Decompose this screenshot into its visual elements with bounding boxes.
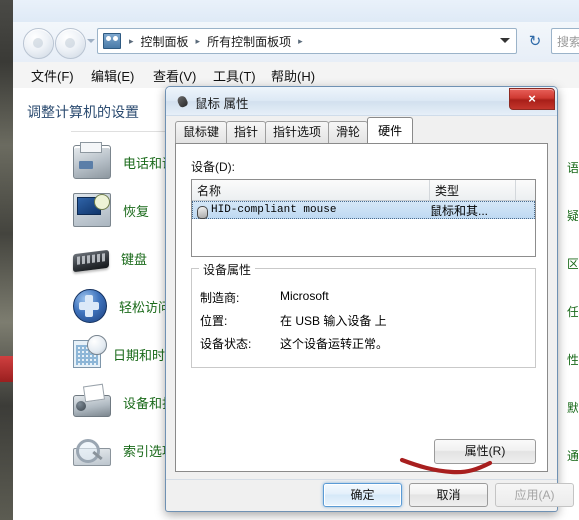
device-list-header: 名称 类型 [192,180,535,201]
dialog-titlebar[interactable]: 鼠标 属性 × [166,87,557,116]
cancel-button[interactable]: 取消 [409,483,488,507]
hardware-tab-panel: 设备(D): 名称 类型 HID-compliant mouse 鼠标和其...… [175,143,548,472]
refresh-icon[interactable]: ↻ [523,28,547,54]
close-icon[interactable]: × [509,88,555,110]
recent-locations-chevron-down-icon[interactable] [87,39,95,43]
control-panel-icon [103,33,121,49]
recovery-icon [73,193,111,227]
device-status-label: 设备状态: [200,337,252,351]
dialog-tabs: 鼠标键 指针 指针选项 滑轮 硬件 [175,117,414,143]
ok-button[interactable]: 确定 [323,483,402,507]
list-item-label[interactable]: 任务 [567,288,578,336]
mouse-device-icon [196,204,208,219]
table-row[interactable]: HID-compliant mouse 鼠标和其... [192,201,535,219]
window-titlebar [13,0,579,23]
screenshot-root: ▸ 控制面板 ▸ 所有控制面板项 ▸ ↻ 搜索 文件(F) 编辑(E) 查看(V… [0,0,579,520]
tab-wheel[interactable]: 滑轮 [328,121,369,143]
apply-button[interactable]: 应用(A) [495,483,574,507]
back-button[interactable] [23,28,54,59]
list-item-label[interactable]: 默认 [567,384,578,432]
date-time-icon [73,335,107,368]
list-item-label[interactable]: 通知 [567,432,578,480]
tab-pointers[interactable]: 指针 [226,121,267,143]
mouse-icon [175,94,189,109]
manufacturer-label: 制造商: [200,291,240,305]
tab-pointer-options[interactable]: 指针选项 [265,121,330,143]
forward-button[interactable] [55,28,86,59]
navigation-buttons [23,28,86,59]
list-item-label[interactable]: 语音 [567,144,578,192]
address-bar-row: ▸ 控制面板 ▸ 所有控制面板项 ▸ ↻ 搜索 [13,22,579,62]
ease-of-access-icon [73,289,107,323]
keyboard-icon [73,249,109,273]
page-title: 调整计算机的设置 [27,104,139,120]
list-item-label[interactable]: 疑难 [567,192,578,240]
location-label: 位置: [200,314,228,328]
list-item-label[interactable]: 性能 [567,336,578,384]
breadcrumb-separator-icon: ▸ [129,35,134,46]
menu-edit[interactable]: 编辑(E) [91,66,134,85]
column-header-type[interactable]: 类型 [430,180,516,200]
breadcrumb-separator-icon[interactable]: ▸ [294,36,307,47]
search-input[interactable]: 搜索 [551,28,579,54]
menu-help[interactable]: 帮助(H) [271,66,315,85]
properties-button[interactable]: 属性(R) [434,439,536,464]
tab-buttons[interactable]: 鼠标键 [175,121,228,143]
address-bar[interactable]: ▸ 控制面板 ▸ 所有控制面板项 ▸ [97,28,517,54]
menu-tools[interactable]: 工具(T) [213,66,256,85]
breadcrumb-separator-icon: ▸ [195,35,201,46]
device-properties-group-title: 设备属性 [199,261,256,278]
column-header-spacer [516,180,535,200]
control-panel-second-column: 语音 疑难 区域 任务 性能 默认 通知 [567,144,578,480]
list-item-label[interactable]: 恢复 [123,201,149,220]
list-item-label[interactable]: 区域 [567,240,578,288]
indexing-options-icon [73,438,111,466]
menu-bar: 文件(F) 编辑(E) 查看(V) 工具(T) 帮助(H) [13,62,579,89]
dialog-title: 鼠标 属性 [195,97,249,111]
breadcrumb-item-all-items[interactable]: 所有控制面板项 [204,33,294,50]
devices-label: 设备(D): [191,160,235,174]
manufacturer-value: Microsoft [280,289,329,303]
tab-hardware[interactable]: 硬件 [367,117,414,143]
list-item-label[interactable]: 键盘 [121,249,147,268]
device-list[interactable]: 名称 类型 HID-compliant mouse 鼠标和其... [191,179,536,257]
device-name: HID-compliant mouse [211,204,337,216]
mouse-properties-dialog: 鼠标 属性 × 鼠标键 指针 指针选项 滑轮 硬件 设备(D): 名称 类型 H… [165,86,574,512]
location-value: 在 USB 输入设备 上 [280,314,387,328]
background-window-accent [0,356,13,382]
devices-printers-icon [73,395,111,417]
menu-file[interactable]: 文件(F) [31,66,74,85]
menu-view[interactable]: 查看(V) [153,66,196,85]
device-status-value: 这个设备运转正常。 [280,337,389,351]
device-type: 鼠标和其... [430,203,489,218]
address-dropdown-chevron-down-icon[interactable] [500,38,510,43]
column-header-name[interactable]: 名称 [192,180,430,200]
fax-modem-icon [73,142,111,179]
footer-divider [166,479,557,480]
breadcrumb-item-control-panel[interactable]: 控制面板 [138,33,192,50]
background-window-strip[interactable] [0,0,14,520]
